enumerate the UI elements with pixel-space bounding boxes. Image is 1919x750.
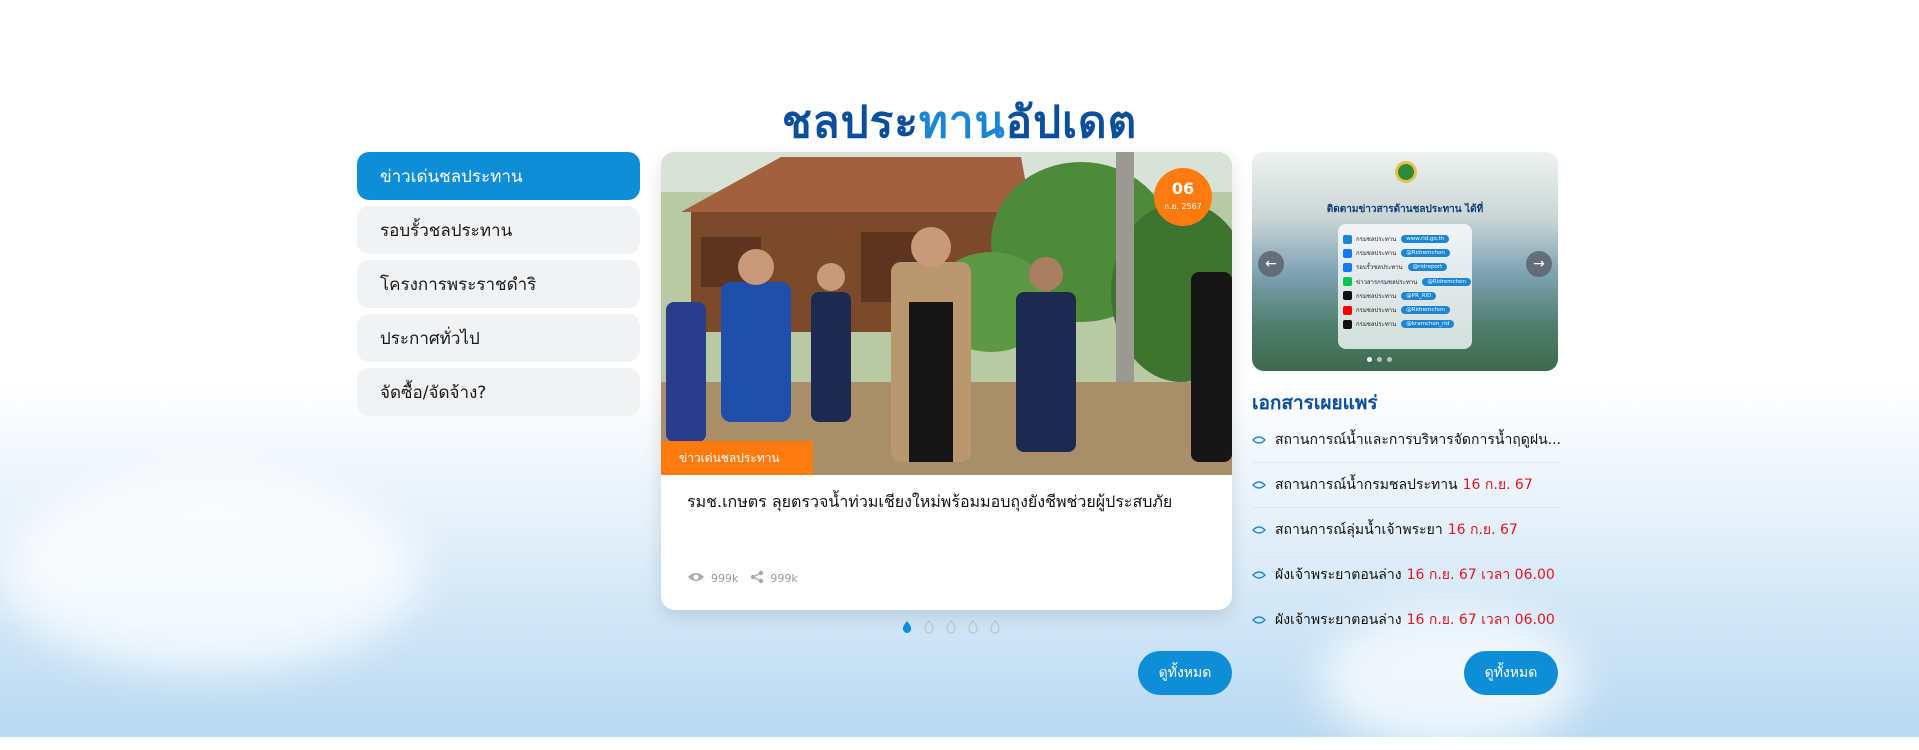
menu-item-procurement[interactable]: จัดซื้อ/จัดจ้าง?: [357, 368, 640, 416]
section-title: ชลประทานอัปเดต: [781, 97, 1138, 149]
drop-icon: [1252, 481, 1266, 489]
document-item[interactable]: สถานการณ์ลุ่มน้ำเจ้าพระยา 16 ก.ย. 67: [1252, 508, 1560, 553]
tiktok-icon: [1343, 319, 1352, 329]
drop-icon: [1252, 436, 1266, 444]
carousel-pagination: [901, 620, 1001, 634]
news-view-all-button[interactable]: ดูทั้งหมด: [1138, 651, 1232, 695]
channel-row: กรมชลประทาน @kramchon_rid: [1338, 317, 1472, 331]
news-photo: [661, 152, 1232, 475]
menu-item-around-rid[interactable]: รอบรั้วชลประทาน: [357, 206, 640, 254]
eye-icon: [687, 571, 705, 586]
rid-logo: [1395, 161, 1417, 183]
x-icon: [1343, 291, 1352, 301]
banner-prev-button[interactable]: ←: [1258, 251, 1284, 277]
banner-dot-2[interactable]: [1377, 357, 1382, 362]
news-headline[interactable]: รมช.เกษตร ลุยตรวจน้ำท่วมเชียงใหม่พร้อมมอ…: [687, 490, 1207, 515]
document-item[interactable]: สถานการณ์น้ำกรมชลประทาน 16 ก.ย. 67: [1252, 463, 1560, 508]
arrow-right-icon: →: [1533, 256, 1545, 272]
menu-item-royal-projects[interactable]: โครงการพระราชดำริ: [357, 260, 640, 308]
document-item[interactable]: ผังเจ้าพระยาตอนล่าง 16 ก.ย. 67 เวลา 06.00…: [1252, 598, 1560, 642]
document-item[interactable]: สถานการณ์น้ำและการบริหารจัดการน้ำฤดูฝน..…: [1252, 418, 1560, 463]
documents-view-all-button[interactable]: ดูทั้งหมด: [1464, 651, 1558, 695]
arrow-left-icon: ←: [1265, 256, 1277, 272]
social-channels-panel: กรมชลประทาน www.rid.go.th กรมชลประทาน @Rid…: [1338, 224, 1472, 349]
facebook-icon: [1343, 248, 1352, 258]
youtube-icon: [1343, 305, 1352, 315]
category-menu: ข่าวเด่นชลประทาน รอบรั้วชลประทาน โครงการ…: [357, 152, 640, 422]
carousel-dot-3[interactable]: [945, 620, 957, 634]
channel-row: ข่าวสารกรมชลประทาน @Ridremchon: [1338, 275, 1472, 289]
documents-list: สถานการณ์น้ำและการบริหารจัดการน้ำฤดูฝน..…: [1252, 418, 1560, 642]
line-icon: [1343, 277, 1352, 287]
documents-title: เอกสารเผยแพร่: [1252, 392, 1378, 414]
news-card[interactable]: 06 ก.ย. 2567 ข่าวเด่นชลประทาน รมช.เกษตร …: [661, 152, 1232, 610]
carousel-dot-1[interactable]: [901, 620, 913, 634]
banner-dot-3[interactable]: [1387, 357, 1392, 362]
facebook-icon: [1343, 262, 1352, 272]
carousel-dot-2[interactable]: [923, 620, 935, 634]
carousel-dot-5[interactable]: [989, 620, 1001, 634]
drop-icon: [1252, 526, 1266, 534]
web-icon: [1343, 234, 1352, 244]
carousel-dot-4[interactable]: [967, 620, 979, 634]
menu-item-announcements[interactable]: ประกาศทั่วไป: [357, 314, 640, 362]
channel-row: รอบรั้วชลประทาน @ridreport: [1338, 260, 1472, 274]
channel-row: กรมชลประทาน @Ridremchon: [1338, 303, 1472, 317]
background-cloud: [0, 470, 420, 670]
channel-row: กรมชลประทาน www.rid.go.th: [1338, 232, 1472, 246]
drop-icon: [1252, 571, 1266, 579]
menu-item-highlight-news[interactable]: ข่าวเด่นชลประทาน: [357, 152, 640, 200]
banner-title: ติดตามข่าวสารด้านชลประทาน ได้ที่: [1326, 204, 1484, 215]
share-count: 999k: [770, 572, 798, 585]
social-banner[interactable]: ติดตามข่าวสารด้านชลประทาน ได้ที่ กรมชลปร…: [1252, 152, 1558, 371]
news-stats: 999k 999k: [687, 570, 798, 587]
channel-row: กรมชลประทาน @PR_RID: [1338, 289, 1472, 303]
drop-icon: [1252, 616, 1266, 624]
banner-next-button[interactable]: →: [1526, 251, 1552, 277]
view-count: 999k: [711, 572, 739, 585]
category-tag: ข่าวเด่นชลประทาน: [661, 441, 813, 475]
date-badge: 06 ก.ย. 2567: [1154, 168, 1212, 226]
document-item[interactable]: ผังเจ้าพระยาตอนล่าง 16 ก.ย. 67 เวลา 06.00…: [1252, 553, 1560, 598]
channel-row: กรมชลประทาน @Ridremchon: [1338, 246, 1472, 260]
share-icon[interactable]: [750, 570, 764, 587]
banner-dot-1[interactable]: [1367, 357, 1372, 362]
